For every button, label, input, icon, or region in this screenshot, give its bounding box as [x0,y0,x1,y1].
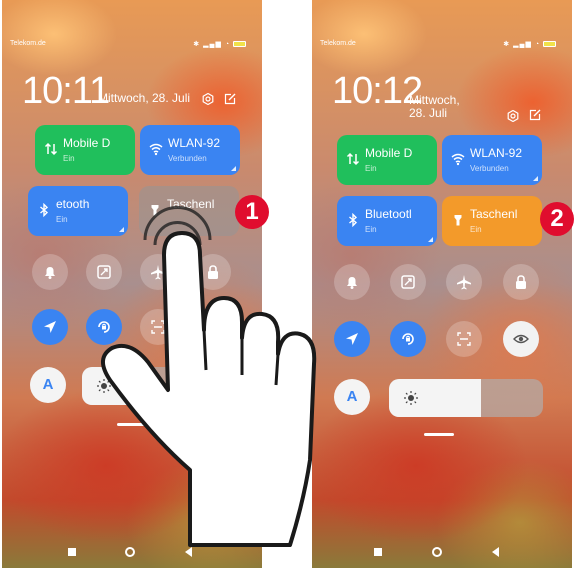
tile-title: etooth [56,197,90,211]
recents-button[interactable] [68,548,76,556]
system-status-icons: ✱ ▂▄▆ ◔ [503,40,556,48]
bell-icon [45,267,55,279]
tile-mobile-data[interactable]: Mobile D Ein [35,125,135,175]
tile-subtitle: Ein [470,225,482,234]
expand-corner-icon [428,237,433,242]
date-label: Mittwoch, 28. Juli [98,91,191,105]
recents-button[interactable] [374,548,382,556]
tile-mobile-data[interactable]: Mobile D Ein [337,135,437,185]
signal-icon: ▂▄▆ [203,41,222,48]
clock-time: 10:11 [22,70,110,112]
home-button[interactable] [432,547,442,557]
battery-icon [543,41,556,48]
wifi-status-icon: ◔ [534,41,541,48]
airplane-icon [457,275,471,290]
settings-icon[interactable] [202,93,214,105]
tile-title: Mobile D [63,136,111,150]
bluetooth-icon [40,203,49,217]
toggle-airplane[interactable] [446,264,482,300]
tapping-hand-icon [101,206,317,547]
system-status-icons: ✱ ▂▄▆ ◔ [193,40,246,48]
status-bar: Telekom.de ✱ ▂▄▆ ◔ [2,40,262,52]
signal-icon: ▂▄▆ [513,41,532,48]
tile-title: Taschenl [470,207,518,221]
tile-subtitle: Verbunden [470,164,509,173]
tile-bluetooth[interactable]: Bluetootl Ein [337,196,437,246]
expand-corner-icon [533,176,538,181]
toggle-rotation-lock[interactable] [390,321,426,357]
expand-corner-icon [231,166,236,171]
panel-handle[interactable] [424,433,454,436]
tile-subtitle: Verbunden [168,154,207,163]
auto-brightness-button[interactable]: A [30,367,66,403]
flashlight-icon [454,215,462,226]
lock-icon [516,275,526,289]
phone-screen-after: Telekom.de ✱ ▂▄▆ ◔ 10:12 Mittwoch, 28. J… [312,0,572,568]
toggle-rotation[interactable] [503,264,539,300]
bluetooth-status-icon: ✱ [503,41,511,48]
tile-subtitle: Ein [365,164,377,173]
tile-subtitle: Ein [63,154,75,163]
tile-title: WLAN-92 [168,136,221,150]
brightness-slider[interactable] [389,379,543,417]
carrier-label: Telekom.de [10,40,46,47]
tile-subtitle: Ein [365,225,377,234]
step-badge-2: 2 [540,202,574,236]
settings-icon[interactable] [507,110,519,122]
mobile-data-icon [346,152,360,166]
tile-title: Mobile D [365,146,413,160]
screenshot-icon [401,275,415,289]
tile-wlan[interactable]: WLAN-92 Verbunden [140,125,240,175]
toggle-location[interactable] [32,309,68,345]
location-icon [44,321,56,333]
bluetooth-status-icon: ✱ [193,41,201,48]
tile-wlan[interactable]: WLAN-92 Verbunden [442,135,542,185]
rotation-lock-icon [402,333,414,345]
tile-subtitle: Ein [56,215,68,224]
tile-title: Bluetootl [365,207,412,221]
battery-icon [233,41,246,48]
tile-title: WLAN-92 [470,146,523,160]
tile-flashlight[interactable]: Taschenl Ein [442,196,542,246]
toggle-scanner[interactable] [446,321,482,357]
brightness-icon [404,391,418,405]
date-label: Mittwoch, 28. Juli [409,93,460,120]
scan-icon [457,332,471,346]
navigation-bar [312,538,572,568]
toggle-silent[interactable] [32,254,68,290]
wifi-icon [451,153,465,166]
status-bar: Telekom.de ✱ ▂▄▆ ◔ [312,40,572,52]
wifi-status-icon: ◔ [224,41,231,48]
edit-icon[interactable] [529,109,541,121]
toggle-reading-mode[interactable] [503,321,539,357]
toggle-screenshot[interactable] [390,264,426,300]
eye-icon [513,334,529,344]
back-button[interactable] [492,547,499,557]
wifi-icon [149,143,163,156]
carrier-label: Telekom.de [320,40,356,47]
mobile-data-icon [44,142,58,156]
edit-icon[interactable] [224,93,236,105]
